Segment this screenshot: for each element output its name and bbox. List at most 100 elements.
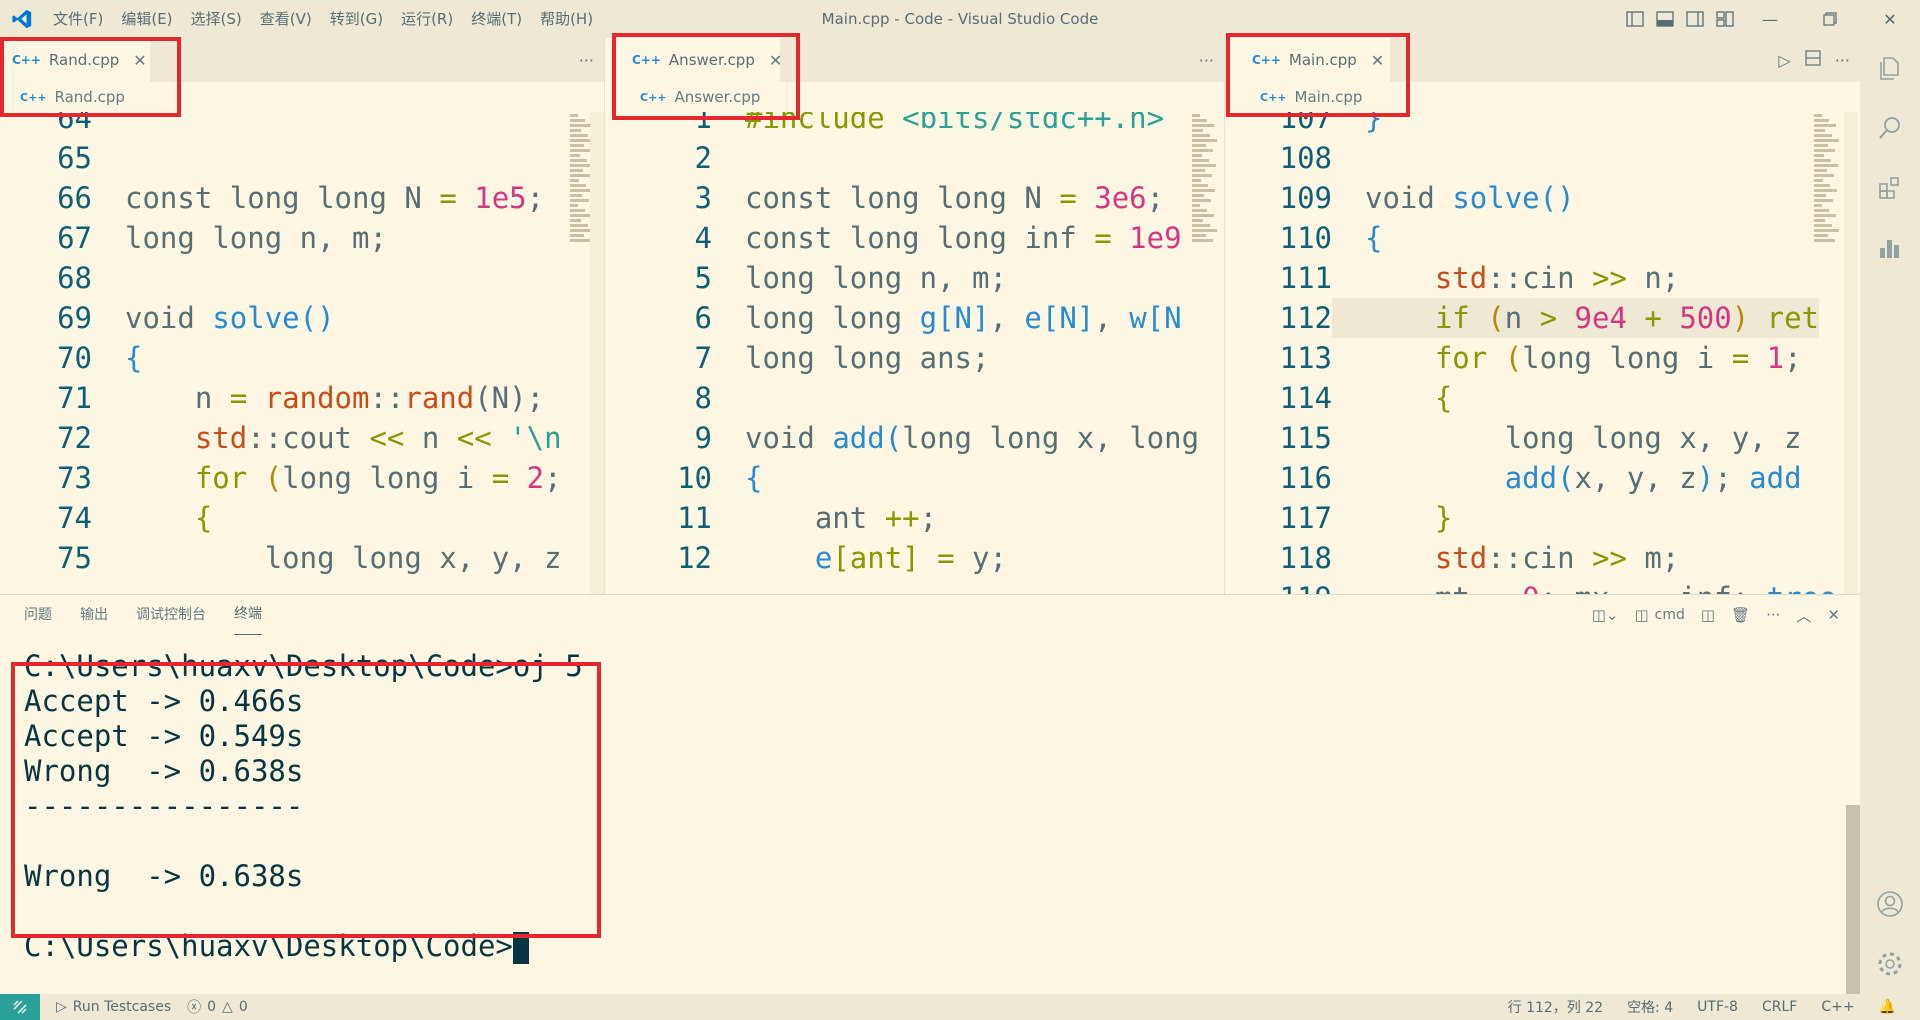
toggle-sidebar-icon[interactable] bbox=[1620, 0, 1650, 38]
menu-selection[interactable]: 选择(S) bbox=[182, 0, 251, 38]
terminal-icon: ◫ bbox=[1634, 606, 1649, 624]
tab-problems[interactable]: 问题 bbox=[24, 595, 52, 635]
minimap-line bbox=[570, 174, 590, 177]
line-number: 67 bbox=[57, 221, 92, 255]
tab-terminal[interactable]: 终端 bbox=[234, 595, 262, 635]
breadcrumb[interactable]: C++ Answer.cpp bbox=[620, 82, 1224, 112]
close-panel-icon[interactable]: ✕ bbox=[1827, 606, 1840, 624]
code-line: 66 const long long N = 1e5; bbox=[0, 178, 562, 218]
line-ending[interactable]: CRLF bbox=[1762, 999, 1797, 1015]
code-line: 111 std::cin >> n; bbox=[1240, 258, 1836, 298]
close-icon[interactable]: ✕ bbox=[769, 51, 782, 70]
account-icon[interactable] bbox=[1860, 874, 1920, 934]
search-icon[interactable] bbox=[1860, 98, 1920, 158]
split-terminal-icon[interactable]: ◫ bbox=[1701, 606, 1715, 624]
minimap-line bbox=[1192, 174, 1212, 177]
more-actions-icon[interactable]: ··· bbox=[1199, 51, 1214, 70]
split-editor-icon[interactable] bbox=[1805, 50, 1821, 70]
customize-layout-icon[interactable] bbox=[1710, 0, 1740, 38]
tab-bar: C++ Rand.cpp ✕ ··· bbox=[0, 38, 604, 82]
menu-terminal[interactable]: 终端(T) bbox=[462, 0, 531, 38]
extensions-icon[interactable] bbox=[1860, 158, 1920, 218]
code-line: 114 { bbox=[1240, 378, 1836, 418]
test-chart-icon[interactable] bbox=[1860, 218, 1920, 278]
cpp-file-icon: C++ bbox=[1260, 90, 1287, 104]
notifications-bell-icon[interactable]: 🔔 bbox=[1879, 999, 1896, 1015]
editor-scrollbar[interactable] bbox=[1844, 112, 1858, 594]
tab-output[interactable]: 输出 bbox=[80, 595, 108, 635]
minimap-line bbox=[1192, 114, 1200, 117]
menu-help[interactable]: 帮助(H) bbox=[531, 0, 602, 38]
menu-file[interactable]: 文件(F) bbox=[44, 0, 112, 38]
run-testcases-label: Run Testcases bbox=[72, 999, 172, 1015]
code-editor[interactable]: 1 #include <bits/stdc++.h> 2 3 const long lo… bbox=[620, 112, 1224, 594]
restore-icon[interactable] bbox=[1800, 0, 1860, 38]
line-content: long long n, m; bbox=[125, 221, 387, 255]
code-line: 65 bbox=[0, 138, 562, 178]
close-window-icon[interactable]: ✕ bbox=[1860, 0, 1920, 38]
encoding[interactable]: UTF-8 bbox=[1697, 999, 1738, 1015]
line-number: 110 bbox=[1279, 221, 1332, 255]
minimap-line bbox=[1814, 139, 1839, 142]
layout-dropdown-icon[interactable]: ◫⌄ bbox=[1592, 606, 1619, 624]
minimap-line bbox=[570, 159, 587, 162]
remote-indicator-icon[interactable] bbox=[0, 994, 40, 1020]
minimap-line bbox=[1192, 189, 1215, 192]
breadcrumb[interactable]: C++ Main.cpp bbox=[1240, 82, 1860, 112]
cursor-position[interactable]: 行 112，列 22 bbox=[1508, 997, 1603, 1017]
run-testcases-button[interactable]: ▷ Run Testcases bbox=[56, 999, 171, 1015]
vscode-logo-icon bbox=[0, 0, 44, 38]
close-icon[interactable]: ✕ bbox=[1371, 51, 1384, 70]
more-actions-icon[interactable]: ··· bbox=[1766, 606, 1780, 624]
editor-group-answer: C++ Answer.cpp ✕ ··· C++ Answer.cpp 1 #in… bbox=[620, 38, 1224, 594]
breadcrumb[interactable]: C++ Rand.cpp bbox=[0, 82, 604, 112]
terminal-scrollbar[interactable] bbox=[1846, 805, 1860, 995]
tab-rand-cpp[interactable]: C++ Rand.cpp ✕ bbox=[0, 38, 150, 82]
minimap[interactable] bbox=[1192, 112, 1222, 594]
group-divider[interactable] bbox=[604, 38, 620, 594]
code-editor[interactable]: 64 65 66 const long long N = 1e5; 67 long lon… bbox=[0, 112, 604, 594]
editor-scrollbar[interactable] bbox=[590, 112, 604, 594]
more-actions-icon[interactable]: ··· bbox=[579, 51, 594, 70]
minimize-icon[interactable]: — bbox=[1740, 0, 1800, 38]
explorer-icon[interactable] bbox=[1860, 38, 1920, 98]
settings-gear-icon[interactable] bbox=[1860, 934, 1920, 994]
problems-indicator[interactable]: ⓧ 0 △ 0 bbox=[187, 997, 248, 1017]
code-editor[interactable]: 107} 108 109 void solve() 110{111 std::cin >… bbox=[1240, 112, 1860, 594]
code-line: 107} bbox=[1240, 112, 1836, 138]
terminal-output[interactable]: C:\Users\huaxv\Desktop\Code>oj 5 Accept … bbox=[24, 649, 583, 964]
minimap[interactable] bbox=[1814, 112, 1844, 594]
language-mode[interactable]: C++ bbox=[1821, 999, 1854, 1015]
line-number: 115 bbox=[1279, 421, 1332, 455]
tab-answer-cpp[interactable]: C++ Answer.cpp ✕ bbox=[620, 38, 782, 82]
tab-main-cpp[interactable]: C++ Main.cpp ✕ bbox=[1240, 38, 1390, 82]
more-actions-icon[interactable]: ··· bbox=[1835, 51, 1850, 70]
breadcrumb-file: Main.cpp bbox=[1294, 88, 1363, 106]
close-icon[interactable]: ✕ bbox=[133, 51, 146, 70]
indentation[interactable]: 空格: 4 bbox=[1627, 997, 1673, 1017]
menu-edit[interactable]: 编辑(E) bbox=[112, 0, 181, 38]
minimap-line bbox=[570, 219, 581, 222]
line-number: 73 bbox=[57, 461, 92, 495]
toggle-secondary-sidebar-icon[interactable] bbox=[1680, 0, 1710, 38]
group-divider[interactable] bbox=[1224, 38, 1240, 594]
minimap-line bbox=[570, 129, 581, 132]
menu-go[interactable]: 转到(G) bbox=[321, 0, 392, 38]
code-line: 10 { bbox=[620, 458, 1199, 498]
minimap-line bbox=[570, 179, 579, 182]
warning-icon: △ bbox=[222, 999, 233, 1015]
line-number: 111 bbox=[1279, 261, 1332, 295]
code-line: 75 long long x, y, z bbox=[0, 538, 562, 578]
line-number: 7 bbox=[694, 341, 712, 375]
minimap-line bbox=[570, 194, 582, 197]
maximize-panel-icon[interactable]: ︿ bbox=[1796, 605, 1811, 626]
trash-icon[interactable]: 🗑 bbox=[1731, 606, 1750, 624]
menu-view[interactable]: 查看(V) bbox=[251, 0, 321, 38]
tab-debug-console[interactable]: 调试控制台 bbox=[136, 595, 206, 635]
line-content: add(x, y, z); add bbox=[1504, 461, 1802, 495]
terminal-shell-selector[interactable]: ◫ cmd bbox=[1634, 606, 1684, 624]
toggle-panel-icon[interactable] bbox=[1650, 0, 1680, 38]
run-icon[interactable]: ▷ bbox=[1778, 51, 1790, 70]
menu-run[interactable]: 运行(R) bbox=[392, 0, 462, 38]
minimap-line bbox=[570, 124, 592, 127]
